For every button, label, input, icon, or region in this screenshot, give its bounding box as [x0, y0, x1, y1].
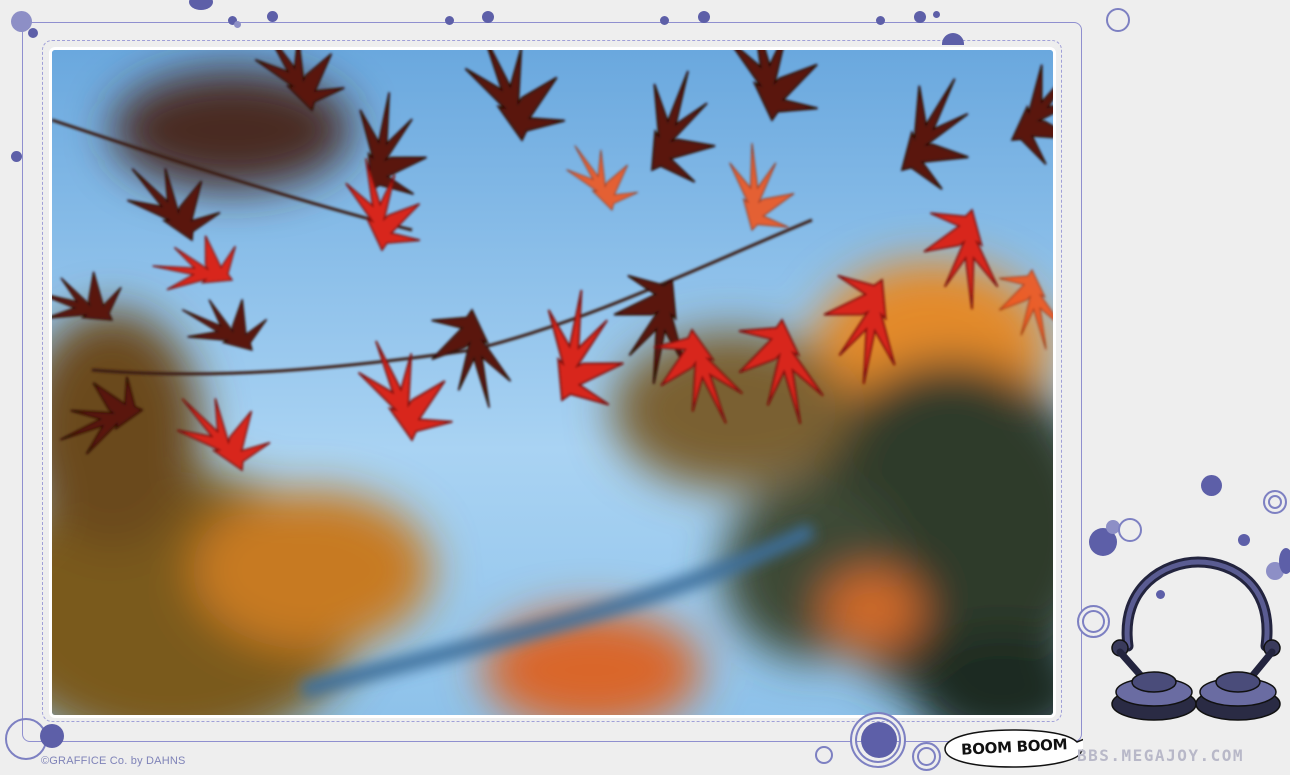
decor-dot — [445, 16, 454, 25]
decor-dot — [933, 11, 940, 18]
decor-ring — [1106, 8, 1130, 32]
decor-dot — [660, 16, 669, 25]
decor-dot — [267, 11, 278, 22]
decor-dot — [1238, 534, 1250, 546]
maple-leaves-photo — [49, 47, 1056, 718]
decor-dot — [40, 724, 64, 748]
decor-dot — [1201, 475, 1222, 496]
decor-ring — [1263, 490, 1287, 514]
photo-scene — [52, 50, 1053, 715]
decor-ring — [815, 746, 833, 764]
decor-ring — [912, 742, 941, 771]
decor-dot — [28, 28, 38, 38]
decor-dot — [11, 151, 22, 162]
copyright-text: ©GRAFFICE Co. by DAHNS — [41, 755, 186, 767]
headphones-icon — [1111, 556, 1281, 721]
decor-dot — [914, 11, 926, 23]
decor-dot — [189, 0, 213, 10]
decor-dot — [698, 11, 710, 23]
decor-ring — [1118, 518, 1142, 542]
decor-dot — [482, 11, 494, 23]
decor-dot — [234, 21, 241, 28]
decor-dot — [876, 16, 885, 25]
decor-dot — [861, 722, 897, 758]
site-watermark: BBS.MEGAJOY.COM — [1077, 746, 1244, 765]
